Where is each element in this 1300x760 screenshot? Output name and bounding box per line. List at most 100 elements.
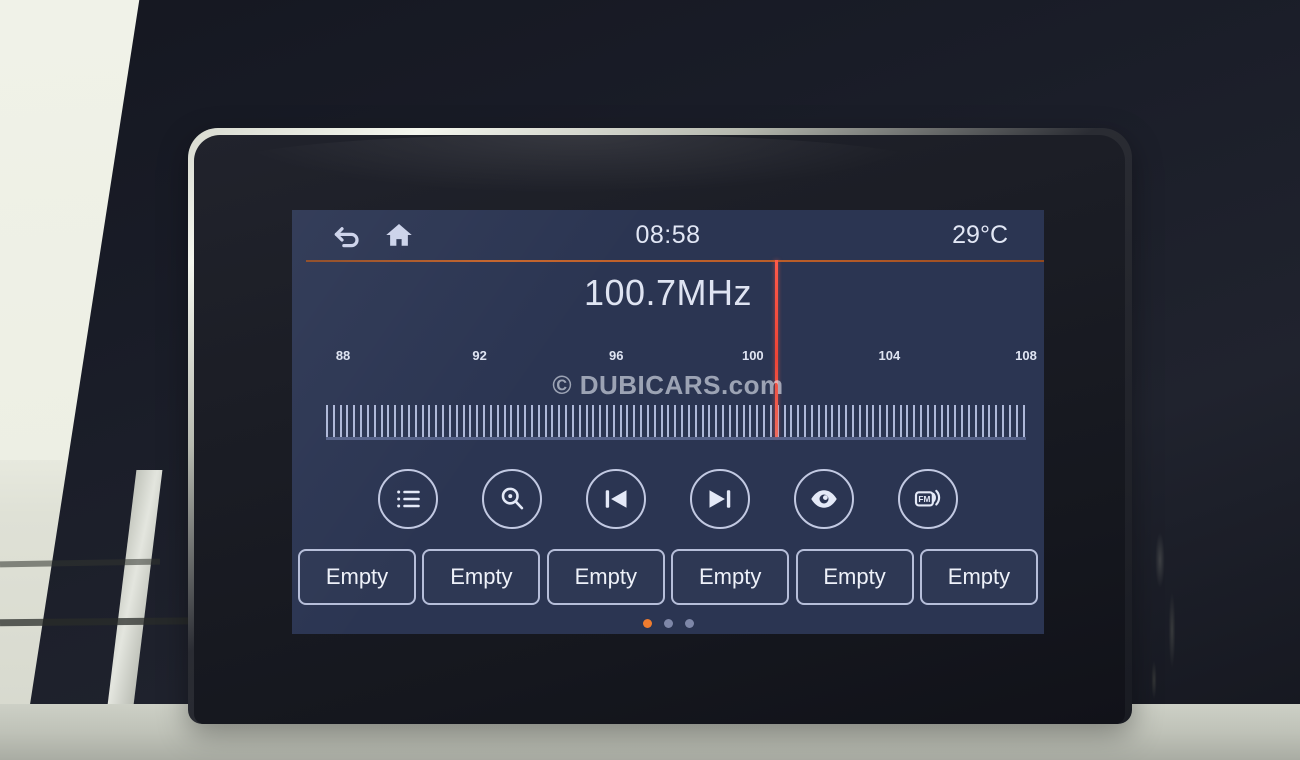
- tick-minor: [646, 405, 649, 437]
- tick-minor: [947, 405, 950, 437]
- tick-minor: [845, 405, 848, 437]
- tick-minor: [1022, 405, 1025, 437]
- info-button[interactable]: [794, 469, 854, 529]
- tick-minor: [407, 405, 410, 437]
- tick-minor: [838, 405, 841, 437]
- band-button[interactable]: FM: [898, 469, 958, 529]
- page-indicator: [292, 619, 1044, 628]
- tuning-needle: [775, 260, 779, 437]
- control-button-row: FM: [378, 460, 958, 538]
- tuning-scale-label: 108: [1015, 348, 1037, 363]
- eye-icon: [809, 484, 839, 514]
- tick-minor: [906, 405, 909, 437]
- previous-track-icon: [602, 485, 630, 513]
- preset-button[interactable]: Empty: [795, 549, 914, 605]
- tuning-scale-label: 88: [335, 348, 351, 363]
- tuning-scale-label: 100: [741, 348, 764, 363]
- tick-minor: [926, 405, 929, 437]
- tick-minor: [565, 405, 568, 437]
- tick-minor: [674, 405, 677, 437]
- tuning-scale[interactable]: 88 92 96 100 104 108: [326, 348, 1037, 440]
- tick-minor: [831, 405, 834, 437]
- tick-minor: [1015, 405, 1018, 437]
- tick-minor: [469, 405, 472, 437]
- tick-minor: [503, 405, 506, 437]
- tick-minor: [476, 405, 479, 437]
- tick-minor: [974, 405, 977, 437]
- tick-minor: [790, 405, 793, 437]
- tuning-scale-labels: 88 92 96 100 104 108: [326, 348, 1037, 368]
- tick-minor: [667, 405, 670, 437]
- previous-button[interactable]: [586, 469, 646, 529]
- page-dot[interactable]: [684, 619, 694, 628]
- preset-button[interactable]: Empty: [298, 549, 416, 605]
- next-button[interactable]: [690, 469, 750, 529]
- tick-minor: [681, 405, 684, 437]
- tick-minor: [394, 405, 397, 437]
- tick-minor: [858, 405, 861, 437]
- tick-minor: [558, 405, 561, 437]
- tick-minor: [380, 405, 383, 437]
- tick-minor: [797, 405, 800, 437]
- infotainment-screen[interactable]: 08:58 29°C 100.7MHz 88 92 96 100 104 108 © DU…: [292, 210, 1044, 634]
- tick-minor: [886, 405, 888, 437]
- page-dot-active[interactable]: [642, 619, 652, 628]
- tick-minor: [1002, 405, 1005, 437]
- tuning-scale-ticks: [326, 370, 1026, 440]
- page-dot[interactable]: [663, 619, 673, 628]
- tick-minor: [544, 405, 547, 437]
- tick-minor: [851, 405, 854, 437]
- tick-minor: [933, 405, 936, 437]
- fm-band-icon: FM: [913, 484, 943, 514]
- scan-button[interactable]: [482, 469, 542, 529]
- preset-button[interactable]: Empty: [422, 549, 541, 605]
- tuning-scale-label: 104: [878, 348, 901, 363]
- tick-minor: [817, 405, 820, 437]
- tick-minor: [599, 405, 602, 437]
- preset-button[interactable]: Empty: [919, 549, 1038, 605]
- tick-minor: [339, 405, 342, 437]
- tick-minor: [442, 405, 445, 437]
- tick-minor: [865, 405, 868, 437]
- bezel-glare: [228, 134, 928, 194]
- tick-minor: [414, 405, 417, 437]
- tick-minor: [619, 405, 622, 437]
- tick-minor: [961, 405, 964, 437]
- tick-minor: [401, 405, 404, 437]
- tick-minor: [967, 405, 970, 437]
- tick-minor: [332, 405, 335, 437]
- list-button[interactable]: [378, 469, 438, 529]
- tick-minor: [694, 405, 697, 437]
- tick-minor: [763, 405, 766, 437]
- tick-minor: [346, 405, 349, 437]
- tick-minor: [612, 405, 615, 437]
- tick-minor: [483, 405, 486, 437]
- svg-text:FM: FM: [918, 494, 930, 504]
- tick-minor: [428, 405, 431, 437]
- tuning-scale-label: 96: [609, 348, 624, 363]
- tick-minor: [571, 405, 574, 437]
- tick-minor: [783, 405, 786, 437]
- tick-minor: [735, 405, 738, 437]
- preset-button[interactable]: Empty: [671, 549, 790, 605]
- preset-button[interactable]: Empty: [546, 549, 665, 605]
- tick-minor: [892, 405, 895, 437]
- tick-minor: [455, 405, 458, 437]
- tick-minor: [462, 405, 465, 437]
- tick-minor: [524, 405, 527, 437]
- frequency-readout: 100.7MHz: [583, 272, 753, 313]
- tick-minor: [687, 405, 690, 437]
- clock-time: 08:58: [635, 220, 701, 249]
- tick-minor: [626, 405, 629, 437]
- tick-minor: [879, 405, 882, 437]
- tick-minor: [769, 405, 772, 437]
- tick-minor: [489, 405, 492, 437]
- outside-temperature: 29°C: [952, 220, 1008, 249]
- tick-minor: [940, 405, 943, 437]
- tick-minor: [756, 405, 759, 437]
- tick-minor: [660, 405, 663, 437]
- tick-minor: [578, 405, 581, 437]
- tick-minor: [373, 405, 376, 437]
- status-divider-line: [306, 260, 1044, 262]
- tick-minor: [551, 405, 554, 437]
